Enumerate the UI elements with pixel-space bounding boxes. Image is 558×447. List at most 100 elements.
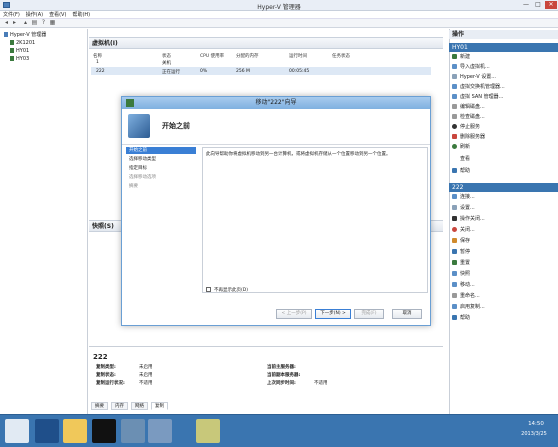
server-icon — [10, 48, 14, 53]
properties-icon[interactable]: ▦ — [49, 20, 56, 26]
action-edit-disk[interactable]: 编辑磁盘... — [452, 104, 485, 111]
action-reset[interactable]: 重置 — [452, 260, 470, 267]
nav-specify-destination[interactable]: 指定目标 — [126, 165, 196, 172]
notes-icon[interactable] — [196, 419, 220, 443]
clock-time[interactable]: 14:50 — [518, 421, 554, 427]
up-icon[interactable]: ▴ — [22, 20, 29, 26]
network-icon[interactable] — [121, 419, 145, 443]
actions-vm-header[interactable]: 222 — [449, 183, 558, 192]
close-button[interactable]: ✕ — [545, 1, 557, 9]
tab-replication[interactable]: 复制 — [151, 402, 168, 410]
nav-choose-move-options[interactable]: 选择移动选项 — [126, 174, 196, 181]
action-vm-help[interactable]: 帮助 — [452, 315, 470, 322]
nav-before-you-begin[interactable]: 开始之前 — [126, 147, 196, 154]
action-view[interactable]: 查看 — [452, 156, 470, 163]
menu-help[interactable]: 帮助(H) — [69, 11, 93, 19]
nav-choose-move-type[interactable]: 选择移动类型 — [126, 156, 196, 163]
action-help[interactable]: 帮助 — [452, 168, 470, 175]
tab-network[interactable]: 网络 — [131, 402, 148, 410]
menu-view[interactable]: 查看(V) — [46, 11, 69, 19]
actions-title: 操作 — [449, 30, 558, 39]
file-explorer-icon[interactable] — [63, 419, 87, 443]
wizard-nav: 开始之前 选择移动类型 指定目标 选择移动选项 摘要 — [126, 147, 196, 327]
action-turn-off[interactable]: 操作关闭... — [452, 216, 485, 223]
taskbar: 14:50 2013/3/25 — [0, 414, 558, 447]
menu-file[interactable]: 文件(F) — [0, 11, 23, 19]
table-row-selected[interactable] — [91, 67, 431, 75]
action-move[interactable]: 移动... — [452, 282, 475, 289]
tree-node-hy03[interactable]: HY03 — [10, 56, 29, 63]
action-pause[interactable]: 暂停 — [452, 249, 470, 256]
show-tree-icon[interactable]: ▤ — [31, 20, 38, 26]
dialog-heading: 开始之前 — [162, 122, 190, 130]
hyperv-manager-icon — [4, 32, 8, 37]
prev-button[interactable]: < 上一步(P) — [276, 309, 312, 319]
hyperv-manager-taskbar-icon[interactable] — [148, 419, 172, 443]
action-shutdown[interactable]: 关闭... — [452, 227, 475, 234]
minimize-button[interactable]: — — [520, 1, 532, 9]
action-remove-server[interactable]: 删除服务器 — [452, 134, 485, 141]
vm-row-1-state: 关机 — [162, 61, 171, 66]
back-icon[interactable]: ◂ — [3, 20, 10, 26]
command-prompt-icon[interactable] — [92, 419, 116, 443]
action-connect[interactable]: 连接... — [452, 194, 475, 201]
tab-summary[interactable]: 摘要 — [91, 402, 108, 410]
action-virtual-san-manager[interactable]: 虚拟 SAN 管理器... — [452, 94, 503, 101]
forward-icon[interactable]: ▸ — [11, 20, 18, 26]
nav-summary[interactable]: 摘要 — [126, 183, 196, 190]
menu-action[interactable]: 操作(A) — [23, 11, 46, 19]
action-settings[interactable]: 设置... — [452, 205, 475, 212]
col-task[interactable]: 任务状态 — [332, 53, 350, 60]
action-stop-service[interactable]: 停止服务 — [452, 124, 480, 131]
server-manager-icon[interactable] — [5, 419, 29, 443]
col-cpu[interactable]: CPU 使用率 — [200, 53, 224, 60]
powershell-icon[interactable] — [35, 419, 59, 443]
action-save[interactable]: 保存 — [452, 238, 470, 245]
wizard-page-icon — [128, 114, 150, 138]
vm-section-title: 虚拟机(I) — [89, 37, 443, 49]
action-snapshot[interactable]: 快照 — [452, 271, 470, 278]
help-icon[interactable]: ? — [40, 20, 47, 26]
tab-memory[interactable]: 内存 — [111, 402, 128, 410]
detail-key: 当前副本服务器: — [267, 373, 301, 378]
vm-row-2-uptime: 00:05:45 — [289, 69, 310, 74]
finish-button[interactable]: 完成(F) — [354, 309, 384, 319]
detail-key: 复制状态: — [96, 373, 116, 378]
detail-key: 复制运行状况: — [96, 381, 125, 386]
clock-date[interactable]: 2013/3/25 — [512, 431, 556, 437]
maximize-button[interactable]: □ — [532, 1, 544, 9]
action-new[interactable]: 新建 — [452, 54, 470, 61]
cancel-button[interactable]: 取消 — [392, 309, 422, 319]
action-enable-replication[interactable]: 启用复制... — [452, 304, 485, 311]
vm-row-2-memory: 256 M — [236, 69, 250, 74]
detail-value: 不适用 — [139, 381, 153, 386]
action-import-vm[interactable]: 导入虚拟机... — [452, 64, 490, 71]
title-bar: Hyper-V 管理器 — □ ✕ — [0, 0, 558, 11]
detail-key: 当前主服务器: — [267, 365, 296, 370]
action-hyperv-settings[interactable]: Hyper-V 设置... — [452, 74, 496, 81]
vm-row-1-name[interactable]: 1 — [96, 60, 99, 65]
action-virtual-switch-manager[interactable]: 虚拟交换机管理器... — [452, 84, 505, 91]
tree-node-2k1201[interactable]: 2K1201 — [10, 40, 35, 47]
col-uptime[interactable]: 运行时间 — [289, 53, 307, 60]
action-inspect-disk[interactable]: 检查磁盘... — [452, 114, 485, 121]
col-name[interactable]: 名称 — [93, 53, 102, 60]
next-button[interactable]: 下一步(N) > — [315, 309, 351, 319]
actions-host-header[interactable]: HY01 — [449, 43, 558, 52]
dialog-header: 开始之前 — [122, 109, 430, 145]
detail-value: 未启用 — [139, 373, 153, 378]
tree-node-hy01[interactable]: HY01 — [10, 48, 29, 55]
navigation-tree — [0, 29, 88, 414]
tree-root[interactable]: Hyper-V 管理器 — [4, 32, 46, 39]
wizard-description: 此向导帮助你将虚拟机移动到另一台计算机，或将虚拟机存储从一个位置移动到另一个位置… — [206, 152, 391, 157]
dont-show-checkbox[interactable] — [206, 287, 211, 292]
col-memory[interactable]: 分配的内存 — [236, 53, 259, 60]
wizard-icon — [126, 99, 134, 107]
col-state[interactable]: 状态 — [162, 53, 171, 60]
move-wizard-dialog: 移动"222"向导 开始之前 开始之前 选择移动类型 指定目标 选择移动选项 摘… — [121, 96, 431, 326]
server-icon — [10, 40, 14, 45]
detail-key: 复制类型: — [96, 365, 116, 370]
action-refresh[interactable]: 刷新 — [452, 144, 470, 151]
vm-row-2-name[interactable]: 222 — [96, 69, 105, 74]
action-rename[interactable]: 重命名... — [452, 293, 480, 300]
